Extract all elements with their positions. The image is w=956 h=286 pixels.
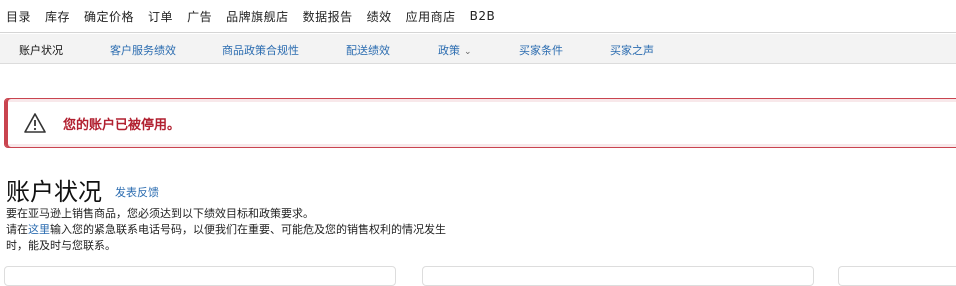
emergency-contact-link[interactable]: 这里 xyxy=(28,223,50,236)
chevron-down-icon: ⌄ xyxy=(464,47,472,57)
sub-navigation: 账户状况 客户服务绩效 商品政策合规性 配送绩效 政策 ⌄ 买家条件 买家之声 xyxy=(0,34,956,64)
nav-catalog[interactable]: 目录 xyxy=(6,8,31,25)
nav-brand-store[interactable]: 品牌旗舰店 xyxy=(226,8,289,25)
nav-appstore[interactable]: 应用商店 xyxy=(406,8,456,25)
tab-product-policy-compliance[interactable]: 商品政策合规性 xyxy=(222,42,299,58)
tab-customer-service-performance[interactable]: 客户服务绩效 xyxy=(110,42,176,58)
nav-performance[interactable]: 绩效 xyxy=(367,8,392,25)
tab-buyer-terms[interactable]: 买家条件 xyxy=(519,42,563,58)
tab-policies[interactable]: 政策 ⌄ xyxy=(438,42,472,58)
nav-b2b[interactable]: B2B xyxy=(470,9,496,23)
metric-card-policy-compliance xyxy=(422,266,814,286)
nav-advertising[interactable]: 广告 xyxy=(187,8,212,25)
description-line-1: 要在亚马逊上销售商品，您必须达到以下绩效目标和政策要求。 xyxy=(6,207,314,220)
nav-reports[interactable]: 数据报告 xyxy=(303,8,353,25)
nav-pricing[interactable]: 确定价格 xyxy=(84,8,134,25)
description-line-3: 时，能及时与您联系。 xyxy=(6,239,116,252)
account-deactivated-alert: 您的账户已被停用。 xyxy=(4,98,956,148)
description-prefix: 请在 xyxy=(6,223,28,236)
tab-shipping-performance[interactable]: 配送绩效 xyxy=(346,42,390,58)
feedback-link[interactable]: 发表反馈 xyxy=(115,184,159,200)
metric-card-shipping xyxy=(838,266,956,286)
page-title: 账户状况 xyxy=(6,178,102,206)
nav-orders[interactable]: 订单 xyxy=(148,8,173,25)
tab-policies-label: 政策 xyxy=(438,44,460,57)
metric-card-customer-service xyxy=(4,266,396,286)
alert-message: 您的账户已被停用。 xyxy=(63,118,181,133)
description-suffix: 输入您的紧急联系电话号码，以便我们在重要、可能危及您的销售权利的情况发生 xyxy=(50,223,446,236)
description-line-2: 请在这里输入您的紧急联系电话号码，以便我们在重要、可能危及您的销售权利的情况发生 xyxy=(6,221,446,237)
tab-account-health[interactable]: 账户状况 xyxy=(19,42,63,58)
tab-voice-of-customer[interactable]: 买家之声 xyxy=(610,42,654,58)
warning-triangle-icon xyxy=(24,113,46,133)
nav-inventory[interactable]: 库存 xyxy=(45,8,70,25)
top-navigation: 目录 库存 确定价格 订单 广告 品牌旗舰店 数据报告 绩效 应用商店 B2B xyxy=(0,0,956,33)
